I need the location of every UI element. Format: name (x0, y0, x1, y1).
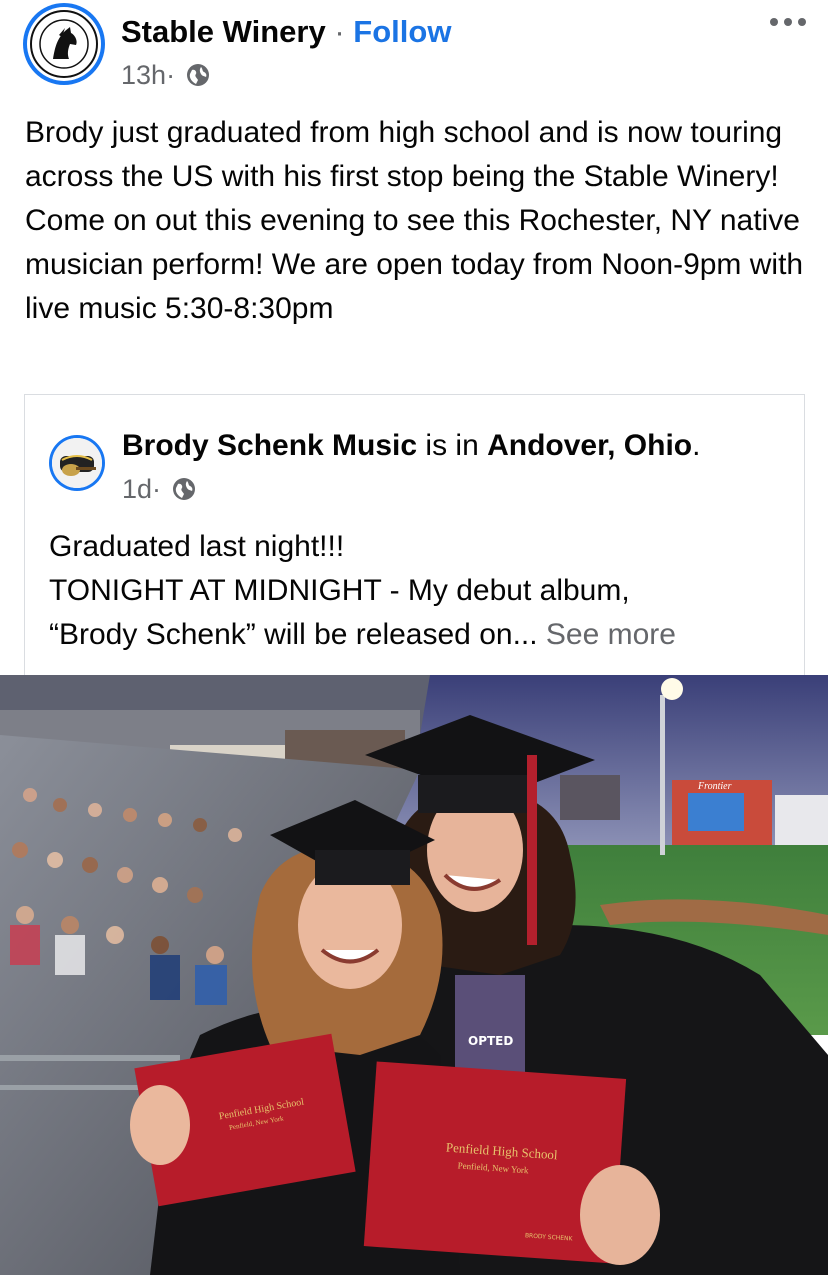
guitar-logo-icon (52, 438, 102, 488)
hand-left (130, 1085, 190, 1165)
follow-button[interactable]: Follow (353, 14, 451, 49)
railing (0, 1085, 160, 1090)
more-options-button[interactable] (770, 12, 806, 32)
title-separator: · (325, 14, 354, 49)
post-text: Brody just graduated from high school an… (25, 116, 804, 325)
shared-text: Graduated last night!!! TONIGHT AT MIDNI… (49, 525, 789, 657)
shared-is-in: is in (417, 429, 488, 462)
globe-icon (187, 64, 210, 86)
see-more-link[interactable]: See more (546, 618, 676, 651)
stadium-light (661, 678, 683, 700)
shared-meta-separator: · (152, 473, 162, 504)
more-dot (784, 18, 792, 26)
ad-board (775, 795, 828, 845)
hand-right (580, 1165, 660, 1265)
shared-text-line: TONIGHT AT MIDNIGHT - My debut album, (49, 574, 630, 607)
more-options-icon (770, 18, 778, 26)
shared-author-avatar[interactable] (49, 435, 105, 491)
meta-separator: · (166, 59, 176, 90)
graduation-photo: Frontier OPTED Penfield High School Penf… (0, 675, 828, 1275)
horse-logo-icon (30, 10, 98, 78)
page-name-link[interactable]: Stable Winery (121, 14, 326, 49)
railing (0, 1055, 180, 1061)
shared-text-line: “Brody Schenk” will be released on... Se… (49, 613, 789, 657)
page-avatar[interactable] (23, 3, 105, 85)
post-meta: 13h · (121, 57, 211, 93)
shared-author-link[interactable]: Brody Schenk Music (122, 429, 417, 462)
light-pole (660, 695, 665, 855)
shirt-text: OPTED (468, 1034, 513, 1048)
shared-text-line: Graduated last night!!! (49, 530, 345, 563)
grad-cap-base-right (418, 775, 528, 813)
post-photo[interactable]: Frontier OPTED Penfield High School Penf… (0, 675, 828, 1275)
post-header: Stable Winery · Follow 13h · (0, 0, 828, 105)
scoreboard-text: Frontier (697, 781, 732, 792)
shared-text-truncated: “Brody Schenk” will be released on... (49, 618, 538, 651)
header-title: Stable Winery · Follow (121, 12, 451, 52)
more-dot (798, 18, 806, 26)
shared-meta: 1d · (122, 471, 197, 507)
shared-post-card[interactable]: Brody Schenk Music is in Andover, Ohio. … (24, 394, 805, 684)
shared-time[interactable]: 1d (122, 474, 152, 505)
shared-period: . (692, 429, 701, 462)
grad-tassel (527, 755, 537, 945)
post-time[interactable]: 13h (121, 60, 166, 91)
shared-title: Brody Schenk Music is in Andover, Ohio. (122, 426, 700, 466)
grad-cap-base-left (315, 850, 410, 885)
shared-location-link[interactable]: Andover, Ohio (487, 429, 692, 462)
globe-icon (173, 478, 196, 500)
building (560, 775, 620, 820)
scoreboard-screen (688, 793, 744, 831)
